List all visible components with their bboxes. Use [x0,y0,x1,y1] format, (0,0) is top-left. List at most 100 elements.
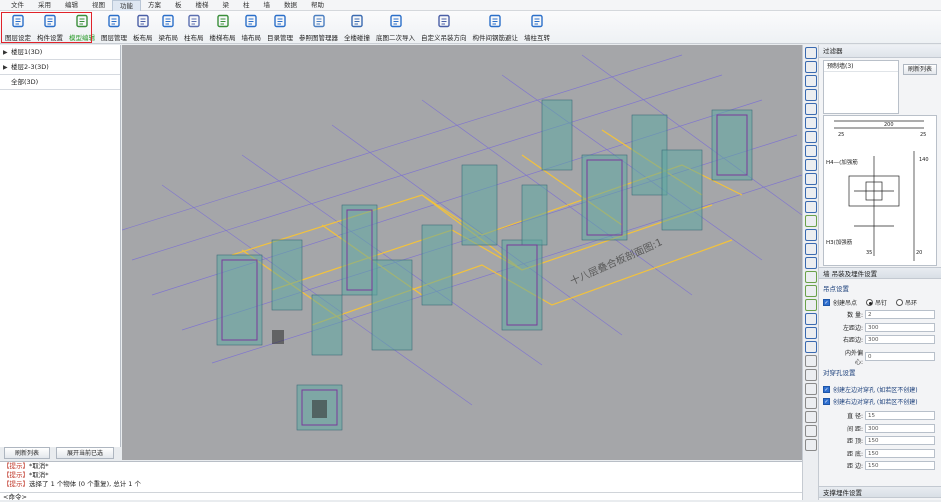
stair-layout-button[interactable]: 楼梯布局 [207,11,239,43]
field-label: 内外偏心: [844,349,863,366]
filter-item[interactable]: 预制墙(3) [824,61,898,72]
field-input[interactable]: 15 [865,411,935,420]
catalog-button[interactable]: 目录管理 [264,11,296,43]
tool-icon[interactable] [804,271,817,283]
field-input[interactable]: 150 [865,448,935,458]
menu-item[interactable]: 功能 [112,0,141,11]
tool-icon[interactable] [804,425,817,437]
menu-item[interactable]: 帮助 [304,0,331,11]
tool-icon[interactable] [804,103,817,115]
column-layout-button[interactable]: 柱布局 [181,11,207,43]
tool-icon[interactable] [804,439,817,451]
tool-icon[interactable] [804,229,817,241]
menu-item[interactable]: 编辑 [58,0,85,11]
ribbon-label: 自定义吊装方向 [421,34,467,42]
field-input[interactable]: 300 [865,423,935,433]
dim-140: 140 [919,157,929,163]
wall-column-convert-button[interactable]: 墙柱互转 [521,11,553,43]
tool-icon[interactable] [804,397,817,409]
tool-icon[interactable] [804,383,817,395]
tool-icon[interactable] [804,243,817,255]
expand-icon[interactable]: ▶ [3,60,11,75]
tool-icon[interactable] [804,75,817,87]
collision-button[interactable]: 全楼碰撞 [341,11,373,43]
tool-icon[interactable] [804,313,817,325]
expand-icon[interactable]: ▶ [3,45,11,60]
beam-layout-button[interactable]: 梁布局 [156,11,182,43]
ribbon-label: 底图二次导入 [376,34,415,42]
reference-button[interactable]: 参照图管理器 [296,11,341,43]
tool-icon[interactable] [804,201,817,213]
field-input[interactable]: 300 [865,322,935,332]
reimport-button[interactable]: 底图二次导入 [373,11,418,43]
tool-icon[interactable] [804,411,817,423]
tool-icon[interactable] [804,173,817,185]
field-input[interactable]: 150 [865,461,935,470]
expand-selected-button[interactable]: 展开当前已选 [56,447,115,459]
checkbox-checked-icon[interactable]: ✓ [823,299,830,306]
tool-icon[interactable] [804,355,817,367]
field-row: 内外偏心: 0 [839,348,935,366]
viewport-annotation: 十八层叠合板剖面图:1 [568,235,664,287]
tool-icon[interactable] [804,159,817,171]
tool-icon[interactable] [804,257,817,269]
field-input[interactable]: 0 [865,352,935,361]
menu-item[interactable]: 板 [168,0,189,11]
tool-icon[interactable] [804,369,817,381]
radio-selected-icon [866,299,874,306]
tool-icon[interactable] [804,341,817,353]
tool-icon[interactable] [804,327,817,339]
menu-item[interactable]: 梁 [216,0,237,11]
tool-icon[interactable] [804,47,817,59]
hoist-settings-title[interactable]: 墙 吊装及埋件设置 [819,267,941,279]
menu-item[interactable]: 文件 [4,0,31,11]
dim-35: 35 [866,250,872,256]
slab-layout-button[interactable]: 板布局 [130,11,156,43]
radio-ring[interactable]: 吊钉 [866,298,887,307]
radio-lug[interactable]: 吊环 [896,298,917,307]
tree-item-floor1[interactable]: ▶ 楼层1(3D) [0,45,120,60]
tool-icon[interactable] [804,145,817,157]
tool-icon[interactable] [804,187,817,199]
field-input[interactable]: 2 [865,310,935,319]
field-input[interactable]: 300 [865,335,935,344]
tool-icon[interactable] [804,89,817,101]
support-settings-title[interactable]: 支撑埋件设置 [819,486,941,498]
create-hoist-checkbox-row[interactable]: ✓ 创建吊点 吊钉 吊环 [823,298,917,307]
hole-subtitle: 对穿孔设置 [823,369,856,377]
menu-item[interactable]: 方案 [141,0,168,11]
cb-right-hole[interactable]: ✓ 创建右边对穿孔 (如若区不创建) [823,397,918,406]
filter-refresh-button[interactable]: 刷新列表 [903,64,937,75]
wall-layout-button[interactable]: 墙布局 [239,11,265,43]
tool-icon[interactable] [804,131,817,143]
menu-item[interactable]: 采用 [31,0,58,11]
menu-item[interactable]: 墙 [257,0,278,11]
collision-icon [351,14,363,28]
3d-viewport[interactable]: 十八层叠合板剖面图:1 [122,45,802,460]
tool-icon[interactable] [804,299,817,311]
filter-title: 过滤器 [819,45,941,58]
hoist-direction-icon [438,14,450,28]
rebar-avoid-button[interactable]: 构件间钢筋避让 [470,11,522,43]
cb-left-hole[interactable]: ✓ 创建左边对穿孔 (如若区不创建) [823,385,918,394]
menu-item[interactable]: 柱 [236,0,257,11]
tree-item-floor2-3[interactable]: ▶ 楼层2-3(3D) [0,60,120,75]
checkbox-checked-icon[interactable]: ✓ [823,398,830,405]
hoist-direction-button[interactable]: 自定义吊装方向 [418,11,470,43]
tool-icon[interactable] [804,117,817,129]
tool-icon[interactable] [804,215,817,227]
refresh-list-button[interactable]: 刷新列表 [4,447,51,459]
layer-manage-button[interactable]: 图层管理 [98,11,130,43]
checkbox-checked-icon[interactable]: ✓ [823,386,830,393]
menu-item[interactable]: 数据 [277,0,304,11]
field-input[interactable]: 150 [865,436,935,445]
tree-item-all[interactable]: 全部(3D) [0,75,120,90]
tool-icon[interactable] [804,61,817,73]
menu-item[interactable]: 视图 [85,0,112,11]
ribbon-label: 参照图管理器 [299,34,338,42]
tree-buttons: 刷新列表 展开当前已选 [0,447,121,460]
filter-list[interactable]: 预制墙(3) [823,60,899,114]
console-line: 【提示】选择了 1 个物体 (0 个重复), 总计 1 个 [3,480,142,488]
tool-icon[interactable] [804,285,817,297]
menu-item[interactable]: 楼梯 [189,0,216,11]
